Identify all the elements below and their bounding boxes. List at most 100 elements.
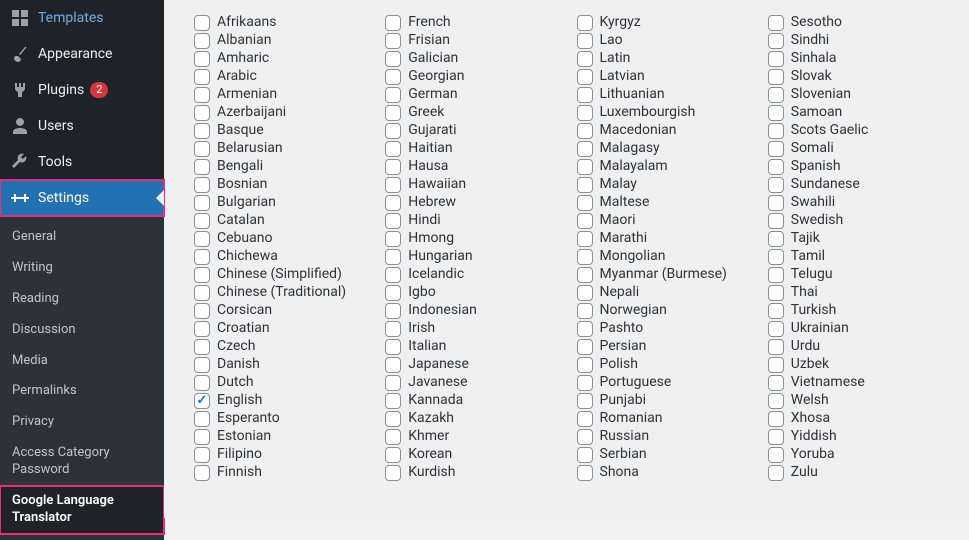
- language-checkbox[interactable]: [577, 465, 593, 481]
- language-option[interactable]: Somali: [768, 140, 949, 157]
- language-checkbox[interactable]: [385, 249, 401, 265]
- language-checkbox[interactable]: [768, 393, 784, 409]
- language-checkbox[interactable]: [768, 195, 784, 211]
- language-checkbox[interactable]: [577, 141, 593, 157]
- language-option[interactable]: Igbo: [385, 284, 566, 301]
- language-checkbox[interactable]: [768, 33, 784, 49]
- language-option[interactable]: Chinese (Simplified): [194, 266, 375, 283]
- language-option[interactable]: Filipino: [194, 446, 375, 463]
- language-option[interactable]: Hindi: [385, 212, 566, 229]
- language-option[interactable]: Chichewa: [194, 248, 375, 265]
- language-checkbox[interactable]: [194, 429, 210, 445]
- language-checkbox[interactable]: [194, 141, 210, 157]
- language-option[interactable]: Persian: [577, 338, 758, 355]
- language-checkbox[interactable]: [194, 267, 210, 283]
- language-option[interactable]: Yiddish: [768, 428, 949, 445]
- language-checkbox[interactable]: [768, 339, 784, 355]
- language-checkbox[interactable]: [385, 303, 401, 319]
- language-option[interactable]: Sindhi: [768, 32, 949, 49]
- language-option[interactable]: Maltese: [577, 194, 758, 211]
- submenu-item-writing[interactable]: Writing: [0, 253, 164, 284]
- language-checkbox[interactable]: [385, 375, 401, 391]
- language-checkbox[interactable]: [194, 69, 210, 85]
- language-checkbox[interactable]: [577, 69, 593, 85]
- language-checkbox[interactable]: [577, 87, 593, 103]
- language-option[interactable]: Slovak: [768, 68, 949, 85]
- language-option[interactable]: Scots Gaelic: [768, 122, 949, 139]
- language-checkbox[interactable]: [577, 267, 593, 283]
- language-checkbox[interactable]: [385, 159, 401, 175]
- language-option[interactable]: Bosnian: [194, 176, 375, 193]
- language-option[interactable]: Javanese: [385, 374, 566, 391]
- language-checkbox[interactable]: [768, 249, 784, 265]
- language-option[interactable]: Serbian: [577, 446, 758, 463]
- language-checkbox[interactable]: [194, 123, 210, 139]
- language-checkbox[interactable]: [385, 339, 401, 355]
- menu-item-templates[interactable]: Templates: [0, 0, 164, 36]
- language-option[interactable]: Nepali: [577, 284, 758, 301]
- language-checkbox[interactable]: [768, 411, 784, 427]
- language-checkbox[interactable]: [768, 303, 784, 319]
- language-option[interactable]: Mongolian: [577, 248, 758, 265]
- language-checkbox[interactable]: [577, 303, 593, 319]
- language-checkbox[interactable]: [577, 285, 593, 301]
- language-checkbox[interactable]: [385, 15, 401, 31]
- language-option[interactable]: Kurdish: [385, 464, 566, 481]
- language-option[interactable]: Dutch: [194, 374, 375, 391]
- language-option[interactable]: English: [194, 392, 375, 409]
- language-checkbox[interactable]: [577, 357, 593, 373]
- submenu-item-reading[interactable]: Reading: [0, 284, 164, 315]
- language-option[interactable]: Tamil: [768, 248, 949, 265]
- language-checkbox[interactable]: [768, 159, 784, 175]
- language-option[interactable]: Portuguese: [577, 374, 758, 391]
- language-option[interactable]: Hausa: [385, 158, 566, 175]
- language-option[interactable]: Maori: [577, 212, 758, 229]
- language-checkbox[interactable]: [385, 51, 401, 67]
- language-option[interactable]: Hungarian: [385, 248, 566, 265]
- language-option[interactable]: Turkish: [768, 302, 949, 319]
- language-option[interactable]: Amharic: [194, 50, 375, 67]
- language-checkbox[interactable]: [194, 195, 210, 211]
- language-checkbox[interactable]: [768, 123, 784, 139]
- language-option[interactable]: Cebuano: [194, 230, 375, 247]
- language-checkbox[interactable]: [768, 105, 784, 121]
- language-option[interactable]: Sundanese: [768, 176, 949, 193]
- language-option[interactable]: Sinhala: [768, 50, 949, 67]
- language-option[interactable]: Urdu: [768, 338, 949, 355]
- language-checkbox[interactable]: [194, 375, 210, 391]
- submenu-item-media[interactable]: Media: [0, 346, 164, 377]
- language-checkbox[interactable]: [194, 33, 210, 49]
- language-checkbox[interactable]: [768, 231, 784, 247]
- language-option[interactable]: Marathi: [577, 230, 758, 247]
- language-option[interactable]: Belarusian: [194, 140, 375, 157]
- language-checkbox[interactable]: [768, 447, 784, 463]
- language-option[interactable]: Malay: [577, 176, 758, 193]
- language-checkbox[interactable]: [385, 69, 401, 85]
- language-checkbox[interactable]: [768, 267, 784, 283]
- language-option[interactable]: French: [385, 14, 566, 31]
- language-option[interactable]: Welsh: [768, 392, 949, 409]
- language-checkbox[interactable]: [768, 429, 784, 445]
- language-checkbox[interactable]: [194, 105, 210, 121]
- language-option[interactable]: Azerbaijani: [194, 104, 375, 121]
- language-option[interactable]: Croatian: [194, 320, 375, 337]
- language-option[interactable]: Telugu: [768, 266, 949, 283]
- language-option[interactable]: Icelandic: [385, 266, 566, 283]
- language-checkbox[interactable]: [385, 105, 401, 121]
- language-checkbox[interactable]: [194, 15, 210, 31]
- language-checkbox[interactable]: [768, 87, 784, 103]
- submenu-item-general[interactable]: General: [0, 222, 164, 253]
- language-checkbox[interactable]: [385, 33, 401, 49]
- language-checkbox[interactable]: [385, 231, 401, 247]
- menu-item-tools[interactable]: Tools: [0, 144, 164, 180]
- language-checkbox[interactable]: [768, 69, 784, 85]
- language-option[interactable]: Lao: [577, 32, 758, 49]
- language-option[interactable]: Hmong: [385, 230, 566, 247]
- language-checkbox[interactable]: [577, 15, 593, 31]
- language-checkbox[interactable]: [768, 177, 784, 193]
- language-option[interactable]: Haitian: [385, 140, 566, 157]
- submenu-item-access-category-password[interactable]: Access Category Password: [0, 438, 164, 486]
- language-checkbox[interactable]: [577, 249, 593, 265]
- language-checkbox[interactable]: [385, 357, 401, 373]
- language-checkbox[interactable]: [385, 447, 401, 463]
